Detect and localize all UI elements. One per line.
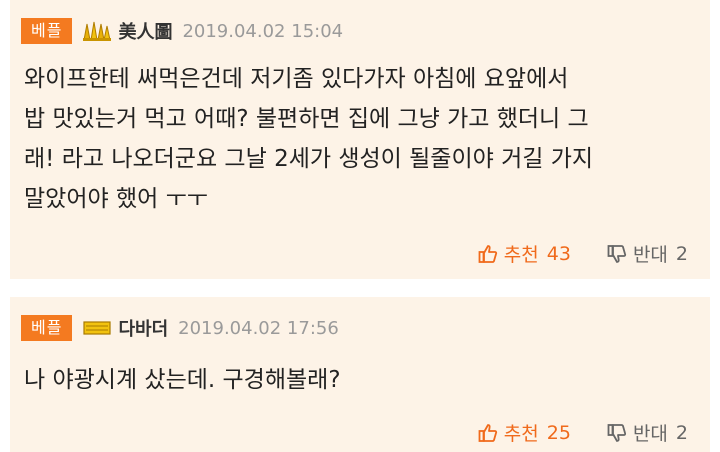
downvote-button[interactable]: 반대 2: [607, 240, 688, 267]
nickname[interactable]: 다바더: [118, 315, 168, 341]
upvote-button[interactable]: 추천 43: [478, 240, 571, 267]
comment-line: 밥 맛있는거 먹고 어때? 불편하면 집에 그냥 가고 했더니 그: [24, 106, 589, 132]
comment-line: 나 야광시계 샀는데. 구경해볼래?: [24, 367, 341, 393]
downvote-count: 2: [675, 242, 688, 265]
downvote-button[interactable]: 반대 2: [607, 419, 688, 446]
comment-text: 와이프한테 써먹은건데 저기좀 있다가자 아침에 요앞에서 밥 맛있는거 먹고 …: [24, 59, 686, 219]
upvote-count: 43: [546, 242, 571, 265]
thumbs-up-icon: [478, 423, 497, 442]
gold-crown-icon: [82, 20, 112, 42]
nickname[interactable]: 美人圖: [118, 18, 172, 44]
comment-line: 래! 라고 나오더군요 그날 2세가 생성이 될줄이야 거길 가지: [24, 146, 594, 172]
comment-date: 2019.04.02 17:56: [178, 317, 339, 339]
upvote-label: 추천: [503, 244, 539, 266]
upvote-label: 추천: [503, 423, 539, 445]
thumbs-down-icon: [607, 244, 627, 263]
upvote-button[interactable]: 추천 25: [478, 419, 571, 446]
comment-date: 2019.04.02 15:04: [182, 20, 344, 42]
vote-actions: 추천 25 반대 2: [478, 419, 688, 446]
comment-header: 베플 美人圖 2019.04.02 15:04: [21, 17, 343, 45]
comment-header: 베플 다바더 2019.04.02 17:56: [21, 314, 339, 342]
best-comment-badge: 베플: [21, 18, 73, 44]
comment-text: 나 야광시계 샀는데. 구경해볼래?: [24, 360, 686, 400]
comment-card: 베플 美人圖 2019.04.02 15:04 와이프한테 써먹은건데 저기좀 …: [10, 0, 710, 279]
gold-bar-icon: [82, 319, 112, 337]
upvote-count: 25: [546, 421, 571, 444]
comment-line: 와이프한테 써먹은건데 저기좀 있다가자 아침에 요앞에서: [24, 66, 569, 92]
thumbs-up-icon: [478, 244, 497, 263]
downvote-count: 2: [675, 421, 688, 444]
downvote-label: 반대: [632, 423, 668, 445]
downvote-label: 반대: [632, 244, 668, 266]
vote-actions: 추천 43 반대 2: [478, 240, 688, 267]
comment-card: 베플 다바더 2019.04.02 17:56 나 야광시계 샀는데. 구경해볼…: [10, 297, 710, 452]
comment-line: 말았어야 했어 ㅜㅜ: [24, 186, 208, 212]
thumbs-down-icon: [607, 423, 627, 442]
best-comment-badge: 베플: [21, 315, 73, 341]
